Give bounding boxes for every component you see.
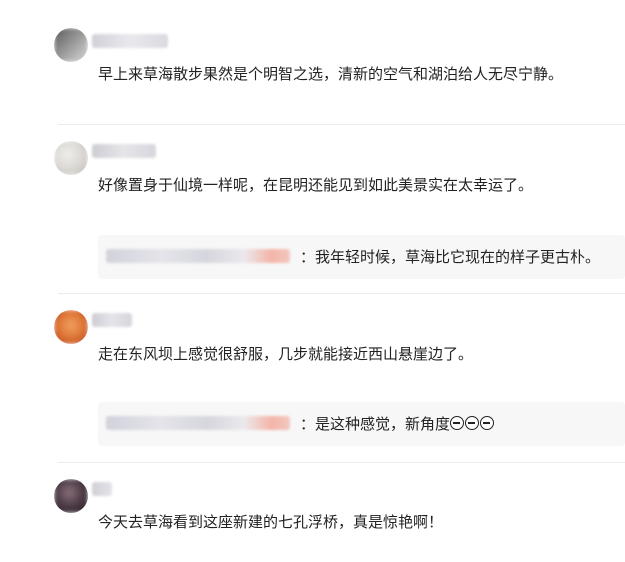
reply-text: ：是这种感觉，新角度: [300, 414, 495, 434]
reply-box: ：是这种感觉，新角度: [98, 402, 625, 446]
comment-item: 走在东风坝上感觉很舒服，几步就能接近西山悬崖边了。 ：是这种感觉，新角度: [0, 294, 625, 463]
reply-box: ：我年轻时候，草海比它现在的样子更古朴。: [98, 235, 625, 279]
username[interactable]: [92, 313, 132, 327]
reply-text-content: ：是这种感觉，新角度: [300, 415, 451, 433]
reply-text: ：我年轻时候，草海比它现在的样子更古朴。: [300, 248, 601, 266]
avatar[interactable]: [54, 479, 88, 513]
username[interactable]: [92, 34, 168, 48]
avatar[interactable]: [54, 28, 88, 62]
comment-item: 好像置身于仙境一样呢，在昆明还能见到如此美景实在太幸运了。 ：我年轻时候，草海比…: [0, 125, 625, 294]
comment-item: 早上来草海散步果然是个明智之选，清新的空气和湖泊给人无尽宁静。: [0, 0, 625, 125]
comment-text: 走在东风坝上感觉很舒服，几步就能接近西山悬崖边了。: [98, 345, 474, 363]
comment-text: 早上来草海散步果然是个明智之选，清新的空气和湖泊给人无尽宁静。: [98, 65, 564, 83]
comment-text: 好像置身于仙境一样呢，在昆明还能见到如此美景实在太幸运了。: [98, 176, 534, 194]
avatar[interactable]: [54, 141, 88, 175]
grinning-sweat-face-icon: [465, 416, 480, 430]
avatar[interactable]: [54, 310, 88, 344]
reply-username[interactable]: [106, 416, 290, 430]
comment-text: 今天去草海看到这座新建的七孔浮桥，真是惊艳啊！: [98, 513, 444, 531]
reply-username[interactable]: [106, 249, 290, 263]
username[interactable]: [92, 144, 156, 158]
comment-item: 今天去草海看到这座新建的七孔浮桥，真是惊艳啊！: [0, 463, 625, 562]
grinning-sweat-face-icon: [450, 416, 465, 430]
grinning-sweat-face-icon: [480, 416, 495, 430]
username[interactable]: [92, 482, 112, 496]
